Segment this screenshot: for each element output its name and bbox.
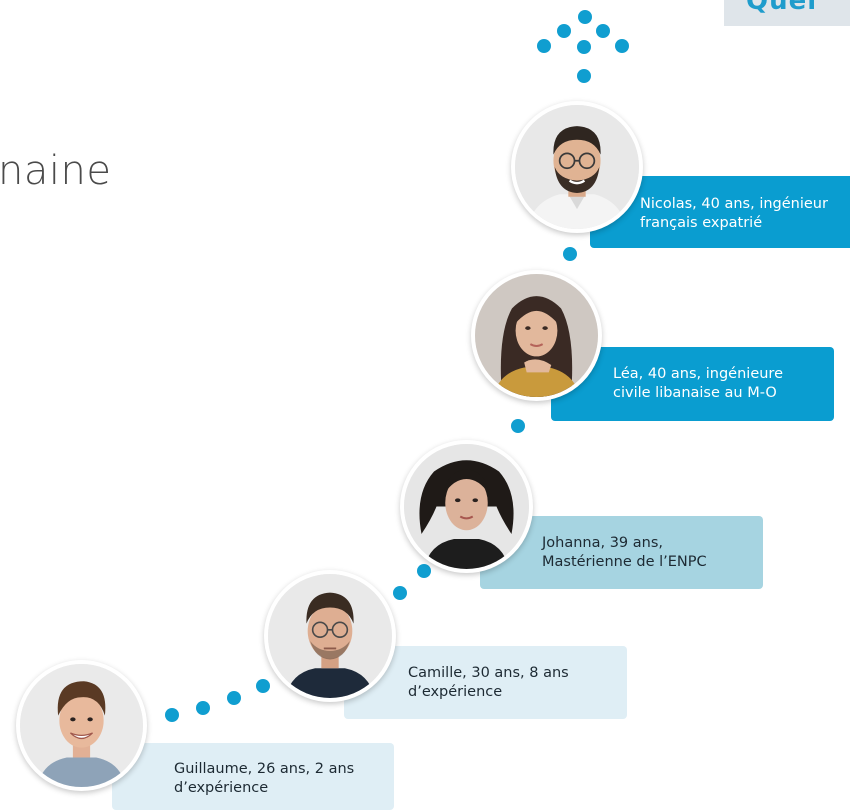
persona-caption-line1: Nicolas, 40 ans, ingénieur — [640, 196, 828, 212]
persona-caption-line2: français expatrié — [640, 215, 763, 231]
path-dot — [577, 40, 591, 54]
persona-caption-line1: Guillaume, 26 ans, 2 ans — [174, 761, 355, 777]
path-dot — [417, 564, 431, 578]
man-glasses-photo — [268, 574, 392, 698]
path-dot — [563, 247, 577, 261]
persona-caption-line1: Camille, 30 ans, 8 ans — [408, 665, 569, 681]
path-dot — [615, 39, 629, 53]
path-dot — [196, 701, 210, 715]
persona-card-guillaume: Guillaume, 26 ans, 2 ans d’expérience — [112, 743, 394, 810]
path-dot — [596, 24, 610, 38]
persona-caption-line1: Léa, 40 ans, ingénieure — [613, 366, 783, 382]
path-dot — [577, 69, 591, 83]
path-dot — [393, 586, 407, 600]
young-man-photo — [20, 664, 143, 787]
corner-title-tag: Quel — [724, 0, 850, 26]
path-dot — [165, 708, 179, 722]
avatar-guillaume — [16, 660, 147, 791]
persona-caption-line2: civile libanaise au M-O — [613, 385, 777, 401]
corner-title-text: Quel — [746, 0, 818, 16]
persona-caption-line2: Mastérienne de l’ENPC — [542, 554, 707, 570]
persona-caption-line2: d’expérience — [174, 780, 269, 796]
path-dot — [511, 419, 525, 433]
avatar-camille — [264, 570, 396, 702]
path-dot — [557, 24, 571, 38]
avatar-lea — [471, 270, 602, 401]
persona-caption-line2: d’expérience — [408, 684, 503, 700]
woman-dark-hair-photo — [475, 274, 598, 397]
persona-caption-line1: Johanna, 39 ans, — [542, 535, 664, 551]
path-dot — [578, 10, 592, 24]
path-dot — [227, 691, 241, 705]
man-beard-glasses-photo — [515, 105, 639, 229]
avatar-nicolas — [511, 101, 643, 233]
page-title-fragment: naine — [0, 148, 112, 194]
avatar-johanna — [400, 440, 533, 573]
path-dot — [537, 39, 551, 53]
path-dot — [256, 679, 270, 693]
woman-curly-hair-photo — [404, 444, 529, 569]
